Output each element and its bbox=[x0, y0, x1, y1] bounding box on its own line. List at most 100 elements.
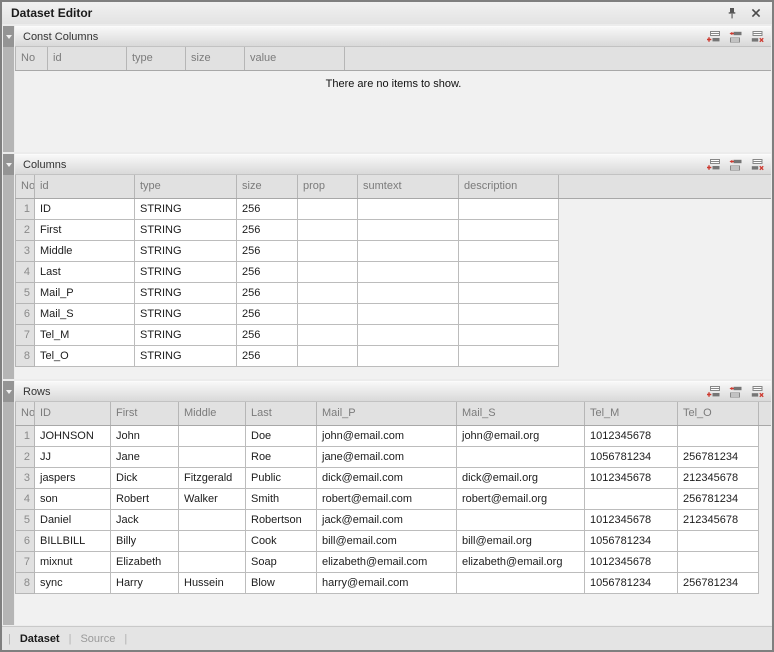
cell-description[interactable] bbox=[459, 282, 559, 303]
cell-first[interactable]: Billy bbox=[111, 530, 179, 551]
cell-size[interactable]: 256 bbox=[237, 198, 298, 219]
cell-description[interactable] bbox=[459, 345, 559, 366]
row-number[interactable]: 7 bbox=[16, 551, 35, 572]
row-number[interactable]: 6 bbox=[16, 303, 35, 324]
pin-button[interactable] bbox=[725, 7, 738, 20]
cell-mail_p[interactable]: bill@email.com bbox=[317, 530, 457, 551]
cell-id[interactable]: Mail_S bbox=[35, 303, 135, 324]
cell-mail_p[interactable]: jack@email.com bbox=[317, 509, 457, 530]
cell-id[interactable]: Tel_O bbox=[35, 345, 135, 366]
cell-id[interactable]: Daniel bbox=[35, 509, 111, 530]
cell-id[interactable]: Last bbox=[35, 261, 135, 282]
insert-row-button[interactable] bbox=[729, 386, 742, 398]
cell-type[interactable]: STRING bbox=[135, 261, 237, 282]
delete-row-button[interactable] bbox=[751, 31, 764, 43]
cell-mail_s[interactable]: elizabeth@email.org bbox=[457, 551, 585, 572]
add-row-button[interactable] bbox=[707, 386, 720, 398]
cell-description[interactable] bbox=[459, 198, 559, 219]
cell-middle[interactable] bbox=[179, 551, 246, 572]
cell-tel_m[interactable]: 1056781234 bbox=[585, 530, 678, 551]
cell-last[interactable]: Roe bbox=[246, 446, 317, 467]
cell-type[interactable]: STRING bbox=[135, 240, 237, 261]
collapse-rows-button[interactable] bbox=[3, 381, 14, 402]
row-number[interactable]: 5 bbox=[16, 509, 35, 530]
cell-prop[interactable] bbox=[298, 198, 358, 219]
cell-prop[interactable] bbox=[298, 303, 358, 324]
column-header-id[interactable]: id bbox=[48, 47, 127, 70]
insert-row-button[interactable] bbox=[729, 159, 742, 171]
column-header-type[interactable]: type bbox=[135, 175, 237, 198]
cell-sumtext[interactable] bbox=[358, 345, 459, 366]
row-number[interactable]: 8 bbox=[16, 345, 35, 366]
cell-sumtext[interactable] bbox=[358, 240, 459, 261]
row-number[interactable]: 4 bbox=[16, 488, 35, 509]
cell-description[interactable] bbox=[459, 324, 559, 345]
cell-description[interactable] bbox=[459, 219, 559, 240]
cell-id[interactable]: ID bbox=[35, 198, 135, 219]
cell-first[interactable]: John bbox=[111, 425, 179, 446]
cell-id[interactable]: JJ bbox=[35, 446, 111, 467]
cell-mail_p[interactable]: jane@email.com bbox=[317, 446, 457, 467]
cell-tel_m[interactable]: 1012345678 bbox=[585, 509, 678, 530]
cell-middle[interactable] bbox=[179, 530, 246, 551]
cell-type[interactable]: STRING bbox=[135, 198, 237, 219]
cell-tel_m[interactable]: 1056781234 bbox=[585, 446, 678, 467]
column-header-size[interactable]: size bbox=[237, 175, 298, 198]
collapse-const-columns-button[interactable] bbox=[3, 26, 14, 47]
cell-first[interactable]: Jane bbox=[111, 446, 179, 467]
cell-sumtext[interactable] bbox=[358, 198, 459, 219]
cell-sumtext[interactable] bbox=[358, 303, 459, 324]
cell-size[interactable]: 256 bbox=[237, 261, 298, 282]
cell-first[interactable]: Jack bbox=[111, 509, 179, 530]
column-header-id[interactable]: id bbox=[35, 175, 135, 198]
add-row-button[interactable] bbox=[707, 31, 720, 43]
cell-mail_p[interactable]: elizabeth@email.com bbox=[317, 551, 457, 572]
cell-tel_o[interactable] bbox=[678, 551, 759, 572]
cell-last[interactable]: Robertson bbox=[246, 509, 317, 530]
cell-middle[interactable] bbox=[179, 425, 246, 446]
cell-last[interactable]: Smith bbox=[246, 488, 317, 509]
cell-id[interactable]: JOHNSON bbox=[35, 425, 111, 446]
cell-mail_p[interactable]: john@email.com bbox=[317, 425, 457, 446]
cell-tel_o[interactable]: 212345678 bbox=[678, 467, 759, 488]
row-number[interactable]: 1 bbox=[16, 198, 35, 219]
cell-mail_s[interactable]: dick@email.org bbox=[457, 467, 585, 488]
cell-id[interactable]: son bbox=[35, 488, 111, 509]
column-header-sumtext[interactable]: sumtext bbox=[358, 175, 459, 198]
column-header-type[interactable]: type bbox=[127, 47, 186, 70]
cell-tel_o[interactable] bbox=[678, 530, 759, 551]
cell-description[interactable] bbox=[459, 261, 559, 282]
cell-prop[interactable] bbox=[298, 282, 358, 303]
cell-tel_m[interactable] bbox=[585, 488, 678, 509]
cell-description[interactable] bbox=[459, 240, 559, 261]
cell-tel_m[interactable]: 1056781234 bbox=[585, 572, 678, 593]
cell-middle[interactable] bbox=[179, 509, 246, 530]
cell-tel_o[interactable]: 256781234 bbox=[678, 446, 759, 467]
cell-mail_p[interactable]: harry@email.com bbox=[317, 572, 457, 593]
tab-dataset[interactable]: Dataset bbox=[20, 633, 60, 645]
cell-id[interactable]: sync bbox=[35, 572, 111, 593]
cell-size[interactable]: 256 bbox=[237, 282, 298, 303]
cell-first[interactable]: Dick bbox=[111, 467, 179, 488]
cell-type[interactable]: STRING bbox=[135, 324, 237, 345]
cell-middle[interactable]: Walker bbox=[179, 488, 246, 509]
cell-size[interactable]: 256 bbox=[237, 303, 298, 324]
cell-middle[interactable]: Fitzgerald bbox=[179, 467, 246, 488]
cell-mail_s[interactable] bbox=[457, 509, 585, 530]
cell-first[interactable]: Robert bbox=[111, 488, 179, 509]
cell-mail_p[interactable]: robert@email.com bbox=[317, 488, 457, 509]
cell-type[interactable]: STRING bbox=[135, 282, 237, 303]
column-header-no[interactable]: No bbox=[16, 175, 35, 198]
cell-tel_o[interactable] bbox=[678, 425, 759, 446]
cell-prop[interactable] bbox=[298, 261, 358, 282]
cell-first[interactable]: Elizabeth bbox=[111, 551, 179, 572]
column-header-no[interactable]: No bbox=[16, 402, 35, 425]
column-header-no[interactable]: No bbox=[16, 47, 48, 70]
row-number[interactable]: 6 bbox=[16, 530, 35, 551]
column-header-mail_p[interactable]: Mail_P bbox=[317, 402, 457, 425]
column-header-tel_m[interactable]: Tel_M bbox=[585, 402, 678, 425]
collapse-columns-button[interactable] bbox=[3, 154, 14, 175]
cell-prop[interactable] bbox=[298, 324, 358, 345]
cell-id[interactable]: Tel_M bbox=[35, 324, 135, 345]
cell-id[interactable]: Middle bbox=[35, 240, 135, 261]
